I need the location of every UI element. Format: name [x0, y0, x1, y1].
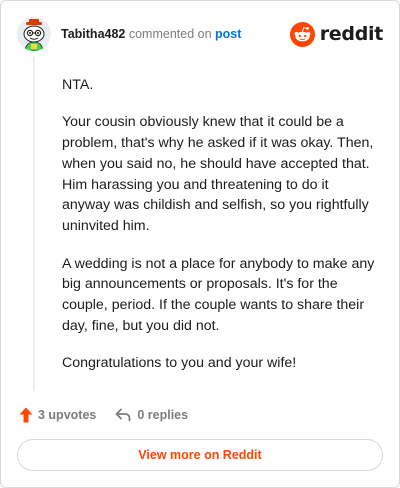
thread-line [33, 57, 35, 391]
avatar[interactable] [17, 17, 51, 51]
comment-embed-card: Tabitha482 commented on post reddit NTA.… [0, 0, 400, 488]
comment-paragraph: Your cousin obviously knew that it could… [62, 114, 374, 235]
username[interactable]: Tabitha482 [61, 27, 125, 41]
upvote-button[interactable]: 3 upvotes [19, 407, 96, 423]
reddit-brand-link[interactable]: reddit [289, 21, 384, 47]
view-more-label: View more on Reddit [138, 448, 262, 462]
comment-actions: 3 upvotes 0 replies [17, 404, 188, 426]
reply-arrow-icon [115, 408, 131, 422]
reddit-logo-icon [289, 21, 315, 47]
comment-paragraph: A wedding is not a place for anybody to … [62, 255, 375, 334]
upvote-count: 3 upvotes [38, 408, 97, 422]
comment-paragraph: NTA. [62, 77, 94, 93]
byline-action-text: commented on [128, 27, 212, 41]
comment-byline: Tabitha482 commented on post [61, 26, 241, 42]
reddit-wordmark: reddit [319, 23, 384, 45]
comment-body: NTA. Your cousin obviously knew that it … [62, 75, 380, 391]
reply-count: 0 replies [137, 408, 189, 422]
upvote-arrow-icon [19, 407, 33, 423]
replies-button[interactable]: 0 replies [115, 408, 188, 422]
post-link[interactable]: post [215, 27, 241, 41]
avatar-icon [17, 17, 51, 51]
comment-header: Tabitha482 commented on post reddit [17, 17, 383, 51]
comment-paragraph: Congratulations to you and your wife! [62, 355, 297, 372]
view-more-on-reddit-button[interactable]: View more on Reddit [17, 439, 383, 471]
